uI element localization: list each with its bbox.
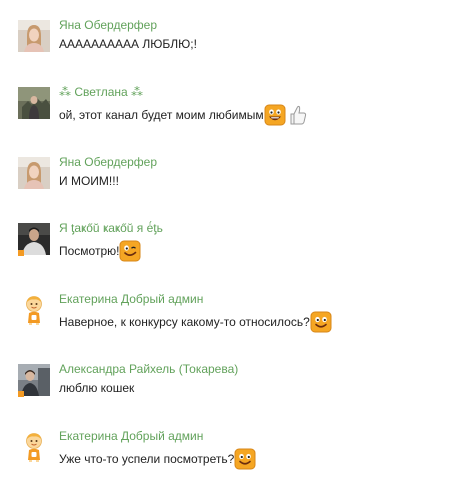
winking-smiley-icon <box>119 240 141 262</box>
comment-author-link[interactable]: Яна Обердерфер <box>59 18 157 32</box>
comment-item: Я ƫаҝőŭ ҝаҝőŭ я ė́ƫь Посмотрю! <box>0 221 465 283</box>
grinning-smiley-icon <box>234 448 256 470</box>
comment-author-link[interactable]: ⁂ Светлана ⁂ <box>59 85 143 99</box>
comment-text: люблю кошек <box>59 381 134 395</box>
online-status-dot <box>18 391 24 397</box>
comment-item: ⁂ Светлана ⁂ ой, этот канал будет моим л… <box>0 85 465 147</box>
online-status-dot <box>18 250 24 256</box>
avatar[interactable] <box>18 294 50 326</box>
comment-author-link[interactable]: Яна Обердерфер <box>59 155 157 169</box>
comment-author-link[interactable]: Александра Райхель (Токарева) <box>59 362 238 376</box>
comment-text-body: Уже что-то успели посмотреть? <box>59 452 235 466</box>
comment-text: И МОИМ!!! <box>59 174 119 188</box>
comment-text-body: люблю кошек <box>59 381 135 395</box>
comment-text-body: Посмотрю! <box>59 244 120 258</box>
comment-text-body: Наверное, к конкурсу какому-то относилос… <box>59 315 310 329</box>
comment-item: Екатерина Добрый админ Наверное, к конку… <box>0 292 465 354</box>
avatar[interactable] <box>18 20 50 52</box>
comment-text: АААААААААА ЛЮБЛЮ;! <box>59 37 197 51</box>
grinning-smiley-icon <box>310 311 332 333</box>
comment-item: Яна Обердерфер АААААААААА ЛЮБЛЮ;! <box>0 18 465 80</box>
comment-text: Наверное, к конкурсу какому-то относилос… <box>59 311 332 333</box>
avatar[interactable] <box>18 157 50 189</box>
avatar[interactable] <box>18 431 50 463</box>
comment-text: Посмотрю! <box>59 240 141 262</box>
comment-text: Уже что-то успели посмотреть? <box>59 448 256 470</box>
comment-text-body: И МОИМ!!! <box>59 174 119 188</box>
comment-text: ой, этот канал будет моим любимым <box>59 104 308 126</box>
comment-item: Екатерина Добрый админ Уже что-то успели… <box>0 429 465 491</box>
laughing-smiley-icon <box>264 104 286 126</box>
comment-item: Яна Обердерфер И МОИМ!!! <box>0 155 465 217</box>
avatar[interactable] <box>18 87 50 119</box>
thumbs-up-icon <box>288 104 308 126</box>
comment-item: Александра Райхель (Токарева) люблю коше… <box>0 362 465 424</box>
comment-author-link[interactable]: Екатерина Добрый админ <box>59 429 203 443</box>
comment-author-link[interactable]: Екатерина Добрый админ <box>59 292 203 306</box>
comment-text-body: ой, этот канал будет моим любимым <box>59 108 264 122</box>
comment-text-body: АААААААААА ЛЮБЛЮ;! <box>59 37 197 51</box>
comment-author-link[interactable]: Я ƫаҝőŭ ҝаҝőŭ я ė́ƫь <box>59 221 163 235</box>
